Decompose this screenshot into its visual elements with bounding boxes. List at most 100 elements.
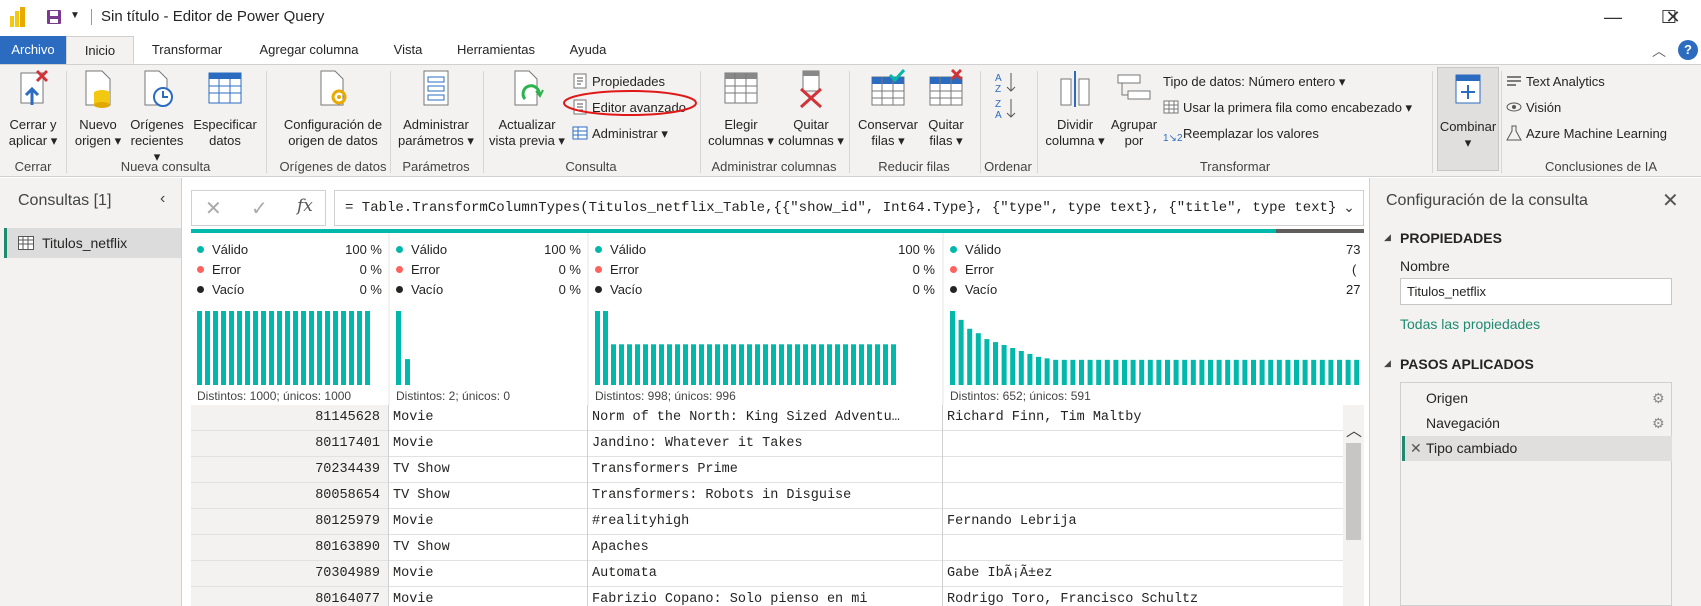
distribution-bar xyxy=(1173,359,1179,385)
table-cell[interactable]: TV Show xyxy=(389,457,587,483)
table-cell[interactable]: Fabrizio Copano: Solo pienso en mi xyxy=(588,587,942,606)
group-ia-label: Conclusiones de IA xyxy=(1544,159,1657,174)
collapse-queries-icon[interactable]: ‹ xyxy=(160,190,165,208)
table-cell[interactable]: TV Show xyxy=(389,483,587,509)
collapse-props-icon[interactable]: ◢ xyxy=(1384,232,1391,243)
table-cell[interactable]: #realityhigh xyxy=(588,509,942,535)
step-origen[interactable]: Origen ⚙ xyxy=(1402,386,1672,411)
table-cell[interactable]: Norm of the North: King Sized Adventu… xyxy=(588,405,942,431)
commit-formula-icon[interactable]: ✓ xyxy=(251,196,268,221)
table-cell[interactable]: Transformers: Robots in Disguise xyxy=(588,483,942,509)
table-cell[interactable] xyxy=(943,483,1343,509)
scrollbar-thumb[interactable] xyxy=(1346,443,1361,540)
profile-empty: Vacío 0 % xyxy=(396,281,581,299)
tab-inicio[interactable]: Inicio xyxy=(66,36,134,64)
table-cell[interactable]: TV Show xyxy=(389,535,587,561)
table-cell[interactable] xyxy=(943,431,1343,457)
table-cell[interactable]: Movie xyxy=(389,405,587,431)
delete-step-icon[interactable]: ✕ xyxy=(1410,436,1422,461)
distribution-chart xyxy=(396,311,410,385)
administrar-parametros-button[interactable]: Administrar parámetros ▾ xyxy=(392,69,480,149)
minimize-button[interactable]: — xyxy=(1585,0,1641,34)
table-cell[interactable]: Rodrigo Toro, Francisco Schultz xyxy=(943,587,1343,606)
cell-show-id[interactable]: 81145628 xyxy=(191,405,388,431)
origenes-recientes-button[interactable]: Orígenes recientes ▾ xyxy=(126,69,188,165)
step-settings-gear-icon[interactable]: ⚙ xyxy=(1652,411,1665,436)
tipo-datos-dropdown[interactable]: Tipo de datos: Número entero ▾ xyxy=(1163,72,1345,92)
table-cell[interactable]: Movie xyxy=(389,561,587,587)
query-name-input[interactable] xyxy=(1400,278,1672,305)
function-icon[interactable]: fx xyxy=(297,196,313,216)
collapse-ribbon-icon[interactable]: ︿ xyxy=(1652,41,1666,61)
agrupar-por-button[interactable]: Agrupar por xyxy=(1106,69,1162,149)
elegir-columnas-button[interactable]: Elegir columnas ▾ xyxy=(704,69,778,149)
cell-show-id[interactable]: 80058654 xyxy=(191,483,388,509)
step-navegacion[interactable]: Navegación ⚙ xyxy=(1402,411,1672,436)
cell-show-id[interactable]: 80163890 xyxy=(191,535,388,561)
all-properties-link[interactable]: Todas las propiedades xyxy=(1400,316,1540,332)
quitar-filas-button[interactable]: Quitar filas ▾ xyxy=(920,68,972,149)
step-tipo-cambiado[interactable]: ✕ Tipo cambiado xyxy=(1402,436,1672,461)
formula-input[interactable]: = Table.TransformColumnTypes(Titulos_net… xyxy=(334,190,1364,226)
cell-show-id[interactable]: 80164077 xyxy=(191,587,388,606)
sort-ascending-icon[interactable]: A Z xyxy=(995,71,1019,93)
tab-transformar[interactable]: Transformar xyxy=(140,36,234,64)
scroll-up-icon[interactable]: ︿ xyxy=(1346,417,1362,441)
tab-vista[interactable]: Vista xyxy=(384,36,432,64)
table-cell[interactable] xyxy=(943,457,1343,483)
quick-access-dropdown-icon[interactable]: ▼ xyxy=(70,10,80,21)
cell-show-id[interactable]: 80125979 xyxy=(191,509,388,535)
save-icon[interactable] xyxy=(46,9,62,25)
help-icon[interactable]: ? xyxy=(1678,40,1698,60)
especificar-datos-button[interactable]: Especificar datos xyxy=(190,69,260,149)
collapse-steps-icon[interactable]: ◢ xyxy=(1384,358,1391,369)
sort-descending-icon[interactable]: Z A xyxy=(995,97,1019,119)
expand-formula-icon[interactable]: ⌄ xyxy=(1335,199,1363,216)
table-cell[interactable]: Movie xyxy=(389,509,587,535)
error-label: Error xyxy=(212,262,241,277)
table-cell[interactable]: Jandino: Whatever it Takes xyxy=(588,431,942,457)
cell-show-id[interactable]: 70304989 xyxy=(191,561,388,587)
administrar-button[interactable]: Administrar ▾ xyxy=(572,124,668,144)
vision-button[interactable]: Visión xyxy=(1506,98,1561,118)
close-settings-icon[interactable]: ✕ xyxy=(1662,188,1679,213)
quitar-columnas-button[interactable]: Quitar columnas ▾ xyxy=(778,69,844,149)
table-cell[interactable]: Apaches xyxy=(588,535,942,561)
distribution-chart xyxy=(197,311,370,385)
table-cell[interactable]: Fernando Lebrija xyxy=(943,509,1343,535)
primera-fila-encabezado-button[interactable]: Usar la primera fila como encabezado ▾ xyxy=(1163,98,1412,118)
manage-icon xyxy=(572,126,588,140)
cerrar-aplicar-button[interactable]: Cerrar y aplicar ▾ xyxy=(4,69,62,149)
text-analytics-button[interactable]: Text Analytics xyxy=(1506,72,1605,92)
table-cell[interactable]: Transformers Prime xyxy=(588,457,942,483)
table-cell[interactable]: Gabe IbÃ¡Ã±ez xyxy=(943,561,1343,587)
query-item[interactable]: Titulos_netflix xyxy=(4,228,181,258)
table-cell[interactable]: Movie xyxy=(389,431,587,457)
cancel-formula-icon[interactable]: ✕ xyxy=(205,196,222,221)
step-settings-gear-icon[interactable]: ⚙ xyxy=(1652,386,1665,411)
powerbi-logo-icon xyxy=(10,7,25,27)
formula-bar: ✕ ✓ fx = Table.TransformColumnTypes(Titu… xyxy=(191,190,1364,226)
distribution-bar xyxy=(1044,358,1050,385)
distribution-bar xyxy=(1337,359,1342,385)
tab-agregar-columna[interactable]: Agregar columna xyxy=(246,36,372,64)
tab-archivo[interactable]: Archivo xyxy=(0,36,66,64)
close-window-button[interactable]: ✕ xyxy=(1645,0,1701,34)
tab-ayuda[interactable]: Ayuda xyxy=(558,36,618,64)
nuevo-origen-button[interactable]: Nuevo origen ▾ xyxy=(72,69,124,149)
reemplazar-valores-button[interactable]: 1↘2Reemplazar los valores xyxy=(1163,124,1319,144)
table-cell[interactable]: Movie xyxy=(389,587,587,606)
table-cell[interactable] xyxy=(943,535,1343,561)
configuracion-origen-button[interactable]: Configuración de origen de datos xyxy=(270,69,396,149)
actualizar-vista-previa-button[interactable]: Actualizar vista previa ▾ xyxy=(486,69,568,149)
table-cell[interactable]: Automata xyxy=(588,561,942,587)
combinar-button[interactable]: Combinar ▾ xyxy=(1438,71,1498,151)
azure-ml-button[interactable]: Azure Machine Learning xyxy=(1506,124,1667,144)
empty-dot-icon xyxy=(197,286,204,293)
table-cell[interactable]: Richard Finn, Tim Maltby xyxy=(943,405,1343,431)
dividir-columna-button[interactable]: Dividir columna ▾ xyxy=(1040,69,1110,149)
cell-show-id[interactable]: 80117401 xyxy=(191,431,388,457)
tab-herramientas[interactable]: Herramientas xyxy=(446,36,546,64)
cell-show-id[interactable]: 70234439 xyxy=(191,457,388,483)
conservar-filas-button[interactable]: Conservar filas ▾ xyxy=(852,68,924,149)
